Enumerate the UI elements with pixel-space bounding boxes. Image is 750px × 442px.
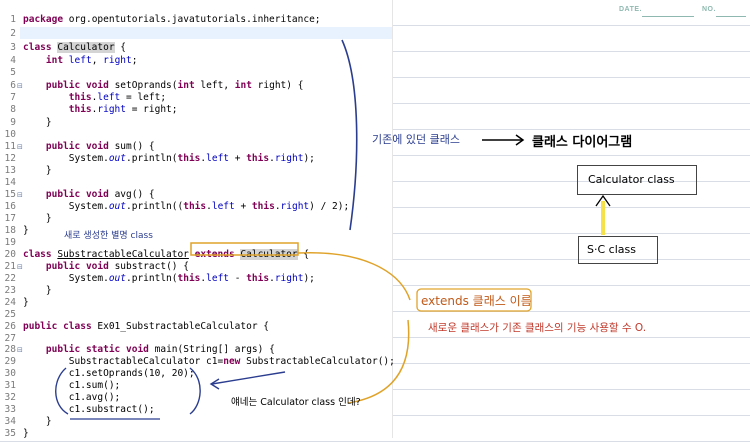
question-curve — [347, 319, 410, 404]
annotation-drawings — [55, 39, 611, 420]
existing-class-note: 기존에 있던 클래스 — [372, 133, 460, 146]
extends-description: 새로운 클래스가 기존 클래스의 기능 사용할 수 O. — [428, 322, 647, 334]
extends-curve — [297, 251, 411, 301]
question-note: 얘네는 Calculator class 인데? — [231, 397, 361, 408]
class-diagram-note: 클래스 다이어그램 — [532, 135, 633, 150]
diagram-child-box: S·C class — [578, 236, 658, 264]
diagram-parent-box: Calculator class — [577, 165, 697, 195]
extends-highlight-box — [190, 242, 299, 256]
calls-bracket-right — [189, 367, 201, 415]
class-bracket-line — [341, 39, 358, 231]
extends-label: extends 클래스 이름 — [421, 294, 532, 308]
question-arrow — [211, 371, 286, 385]
diagram-parent-label: Calculator class — [588, 173, 675, 186]
diagram-child-label: S·C class — [587, 243, 636, 256]
calls-bracket-left — [55, 367, 69, 415]
new-class-note: 새로 생성한 별명 class — [64, 231, 153, 241]
